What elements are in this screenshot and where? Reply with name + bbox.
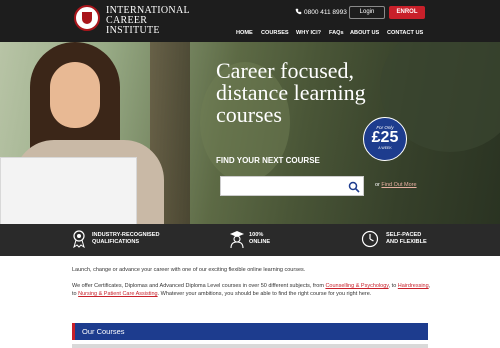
hero-title-line: distance learning: [216, 80, 366, 105]
course-search-box: [220, 176, 364, 196]
enrol-button[interactable]: ENROL: [389, 6, 425, 19]
hero-laptop: [0, 157, 137, 224]
course-search-input[interactable]: [225, 180, 343, 192]
logo-line: INSTITUTE: [106, 25, 160, 36]
nav-about-us[interactable]: ABOUT US: [350, 30, 379, 36]
clock-icon: [361, 230, 379, 248]
feature-line: 100%: [249, 232, 264, 238]
feature-line: AND FLEXIBLE: [386, 239, 427, 245]
hairdressing-link[interactable]: Hairdressing: [398, 283, 429, 289]
feature-line: SELF-PACED: [386, 232, 422, 238]
nursing-link[interactable]: Nursing & Patient Care Assisting: [78, 291, 157, 297]
price-badge: For Only £25 A WEEK: [363, 117, 407, 161]
feature-line: QUALIFICATIONS: [92, 239, 140, 245]
counselling-link[interactable]: Counselling & Psychology: [325, 283, 388, 289]
badge-price: £25: [371, 129, 399, 146]
feature-text: INDUSTRY-RECOGNISED QUALIFICATIONS: [92, 232, 160, 246]
find-out-more-row: or Find Out More: [375, 182, 417, 188]
feature-text: 100% ONLINE: [249, 232, 270, 246]
site-header: INTERNATIONAL CAREER INSTITUTE 0800 411 …: [0, 0, 500, 42]
feature-line: ONLINE: [249, 239, 271, 245]
our-courses-title: Our Courses: [82, 327, 125, 336]
course-thumbnails-strip: [72, 344, 428, 348]
accent-line: [72, 323, 75, 340]
main-nav: HOME COURSES WHY ICI? FAQs ABOUT US CONT…: [236, 30, 426, 40]
or-text: or: [375, 182, 380, 188]
paragraph-text: , to: [388, 283, 398, 289]
nav-contact-us[interactable]: CONTACT US: [387, 30, 423, 36]
find-out-more-link[interactable]: Find Out More: [381, 182, 416, 188]
phone-number[interactable]: 0800 411 8993: [295, 8, 347, 16]
find-course-label: FIND YOUR NEXT COURSE: [216, 156, 320, 165]
hero-person-face: [50, 62, 100, 128]
feature-line: INDUSTRY-RECOGNISED: [92, 232, 160, 238]
nav-courses[interactable]: COURSES: [261, 30, 289, 36]
hero-title-line: Career focused,: [216, 58, 355, 83]
features-bar: INDUSTRY-RECOGNISED QUALIFICATIONS 100% …: [0, 224, 500, 256]
our-courses-header: Our Courses: [72, 323, 428, 340]
nav-faqs[interactable]: FAQs: [329, 30, 344, 36]
nav-home[interactable]: HOME: [236, 30, 253, 36]
search-icon[interactable]: [348, 181, 360, 193]
intro-paragraph: Launch, change or advance your career wi…: [72, 267, 306, 273]
certificate-icon: [73, 230, 85, 248]
login-button[interactable]: Login: [349, 6, 385, 19]
graduate-icon: [230, 231, 244, 248]
hero-banner: Career focused, distance learning course…: [0, 42, 500, 224]
badge-suffix: A WEEK: [378, 146, 392, 150]
logo-text[interactable]: INTERNATIONAL CAREER INSTITUTE: [106, 6, 196, 36]
feature-text: SELF-PACED AND FLEXIBLE: [386, 232, 427, 246]
logo-crest-icon[interactable]: [74, 5, 100, 31]
subjects-paragraph: We offer Certificates, Diplomas and Adva…: [72, 282, 432, 298]
nav-why-ici[interactable]: WHY ICI?: [296, 30, 321, 36]
phone-text: 0800 411 8993: [304, 9, 347, 16]
paragraph-text: We offer Certificates, Diplomas and Adva…: [72, 283, 326, 289]
phone-icon: [295, 8, 302, 15]
paragraph-text: . Whatever your ambitions, you should be…: [157, 291, 372, 297]
